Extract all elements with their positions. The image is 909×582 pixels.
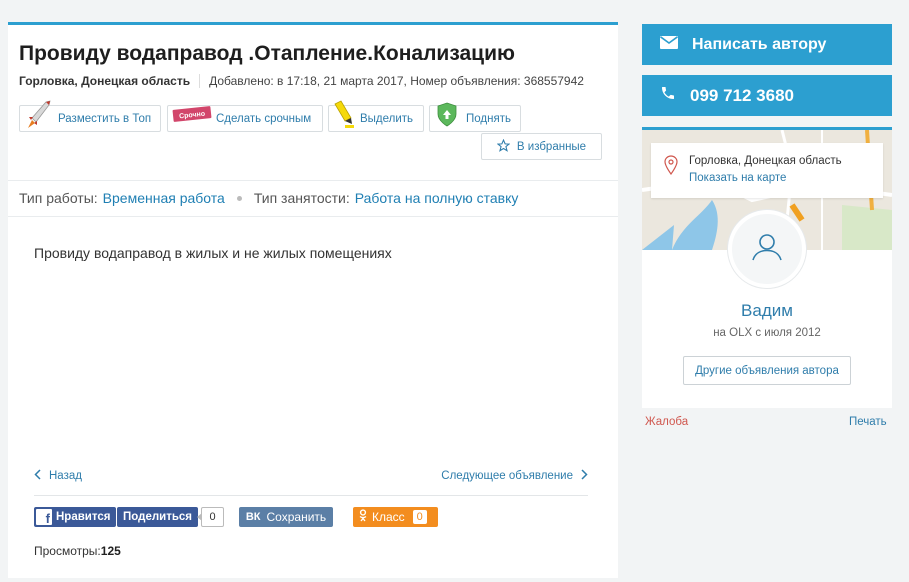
- ad-description: Провиду водаправод в жилых и не жилых по…: [34, 245, 392, 261]
- back-label: Назад: [49, 470, 82, 482]
- back-link[interactable]: Назад: [34, 469, 82, 483]
- vk-save-button[interactable]: ВК Сохранить: [239, 507, 333, 527]
- facebook-share-button[interactable]: Поделиться: [117, 507, 199, 527]
- vk-save-label: Сохранить: [266, 510, 327, 524]
- views-count: 125: [100, 544, 121, 558]
- user-icon: [750, 232, 784, 267]
- raise-button[interactable]: Поднять: [429, 102, 521, 132]
- highlight-label: Выделить: [360, 112, 414, 125]
- write-author-button[interactable]: Написать автору: [642, 24, 892, 65]
- complain-link[interactable]: Жалоба: [645, 416, 688, 428]
- views-label: Просмотры:: [34, 544, 101, 558]
- rocket-icon: [26, 100, 52, 137]
- chevron-left-icon: [34, 469, 41, 483]
- ok-class-button[interactable]: Класс 0: [353, 507, 438, 527]
- views-counter: Просмотры:125: [34, 544, 121, 558]
- ad-card: Провиду водаправод .Отапление.Конализаци…: [8, 22, 618, 578]
- raise-label: Поднять: [466, 112, 511, 125]
- marker-icon: [331, 100, 355, 135]
- param-dot: [236, 195, 242, 201]
- member-since: на OLX с июля 2012: [713, 327, 821, 339]
- next-ad-label: Следующее объявление: [441, 470, 573, 482]
- nav-divider: [34, 495, 588, 496]
- next-ad-link[interactable]: Следующее объявление: [441, 469, 588, 483]
- map-location-text: Горловка, Донецкая область: [689, 155, 842, 167]
- work-type-label: Тип работы:: [19, 190, 98, 206]
- work-type-link[interactable]: Временная работа: [103, 190, 225, 206]
- facebook-like-button[interactable]: f Нравится: [34, 507, 117, 527]
- envelope-icon: [660, 35, 678, 54]
- avatar: [728, 210, 806, 288]
- vk-icon: ВК: [245, 511, 261, 523]
- show-phone-button[interactable]: 099 712 3680: [642, 75, 892, 116]
- meta-separator: [199, 74, 201, 88]
- seller-card: Горловка, Донецкая область Показать на к…: [642, 127, 892, 408]
- odnoklassniki-icon: [358, 509, 368, 525]
- make-urgent-button[interactable]: Срочно Сделать срочным: [167, 105, 323, 132]
- like-label: Нравится: [56, 511, 111, 523]
- promote-top-button[interactable]: Разместить в Топ: [19, 100, 161, 132]
- add-to-favorites-button[interactable]: В избранные: [481, 133, 602, 160]
- ok-label: Класс: [372, 510, 405, 524]
- raise-shield-icon: [435, 101, 459, 132]
- ad-location: Горловка, Донецкая область: [19, 74, 191, 88]
- share-count-badge: 0: [197, 507, 224, 527]
- make-urgent-label: Сделать срочным: [216, 112, 312, 125]
- favorites-label: В избранные: [516, 140, 587, 153]
- facebook-icon: f: [36, 509, 52, 525]
- show-on-map-link[interactable]: Показать на карте: [689, 172, 786, 184]
- phone-icon: [660, 85, 676, 106]
- job-params: Тип работы: Временная работа Тип занятос…: [19, 190, 518, 206]
- promote-top-label: Разместить в Топ: [58, 112, 152, 125]
- other-ads-button[interactable]: Другие объявления автора: [683, 356, 851, 385]
- ad-added-info: Добавлено: в 17:18, 21 марта 2017, Номер…: [209, 74, 584, 88]
- ad-title: Провиду водаправод .Отапление.Конализаци…: [19, 42, 515, 65]
- employment-label: Тип занятости:: [253, 190, 350, 206]
- ok-count-badge: 0: [412, 510, 427, 524]
- write-author-label: Написать автору: [692, 35, 827, 53]
- ad-meta: Горловка, Донецкая область Добавлено: в …: [19, 74, 584, 88]
- print-link[interactable]: Печать: [849, 416, 887, 428]
- divider: [8, 180, 618, 181]
- location-popup: Горловка, Донецкая область Показать на к…: [651, 143, 883, 198]
- share-label: Поделиться: [123, 511, 193, 523]
- star-icon: [496, 138, 511, 155]
- highlight-button[interactable]: Выделить: [328, 100, 424, 132]
- phone-number: 099 712 3680: [690, 85, 794, 105]
- divider: [8, 216, 618, 217]
- seller-name[interactable]: Вадим: [642, 301, 892, 321]
- chevron-right-icon: [581, 469, 588, 483]
- urgent-tag-icon: Срочно: [172, 105, 212, 126]
- employment-link[interactable]: Работа на полную ставку: [355, 190, 519, 206]
